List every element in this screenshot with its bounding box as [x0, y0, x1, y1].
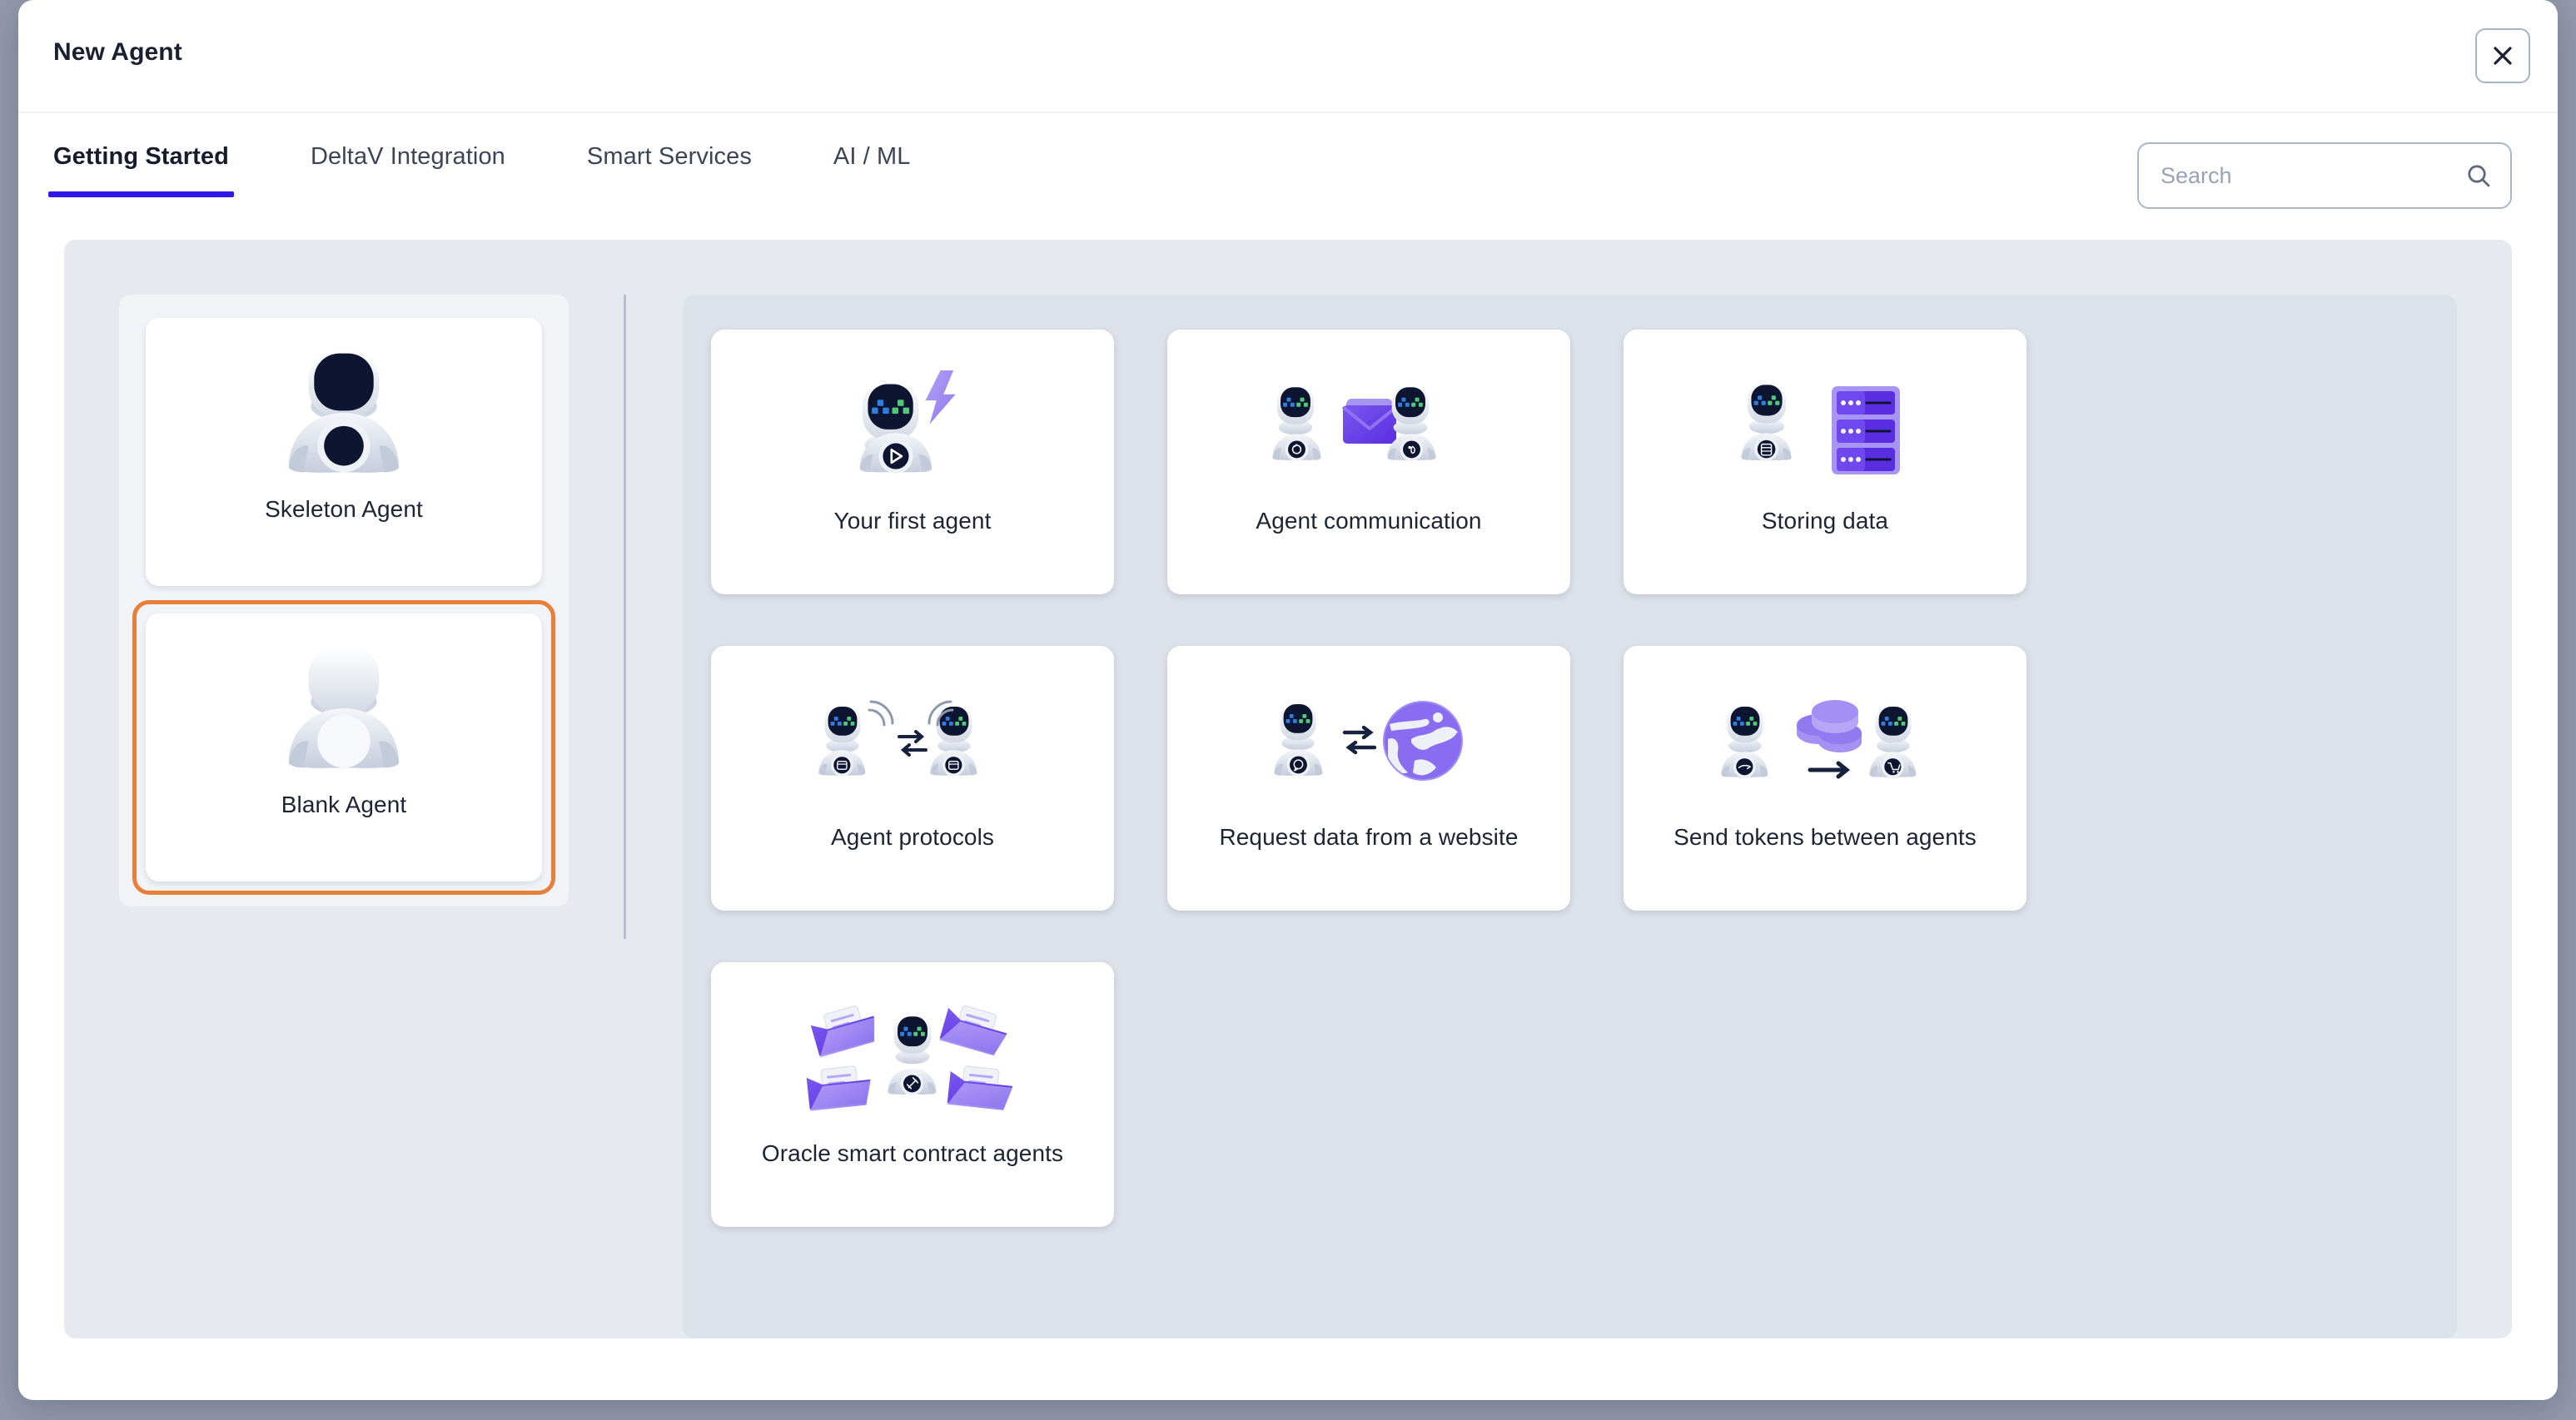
template-card-agent-protocols[interactable]: Agent protocols [711, 646, 1114, 911]
sidebar-item-label: Blank Agent [281, 792, 407, 817]
section-divider [624, 295, 626, 939]
blank-agent-icon [281, 642, 406, 775]
agent-type-sidebar: Skeleton Agent Blank Agent [64, 295, 569, 1338]
template-card-label: Agent communication [1256, 508, 1482, 534]
template-card-storing-data[interactable]: Storing data [1624, 330, 2026, 594]
template-card-oracle-smart-contract-agents[interactable]: Oracle smart contract agents [711, 962, 1114, 1227]
robot-lightning-icon [838, 351, 987, 509]
tab-bar: Getting Started DeltaV Integration Smart… [18, 113, 2558, 240]
sidebar-item-skeleton-agent[interactable]: Skeleton Agent [146, 318, 542, 586]
two-robots-envelope-icon [1265, 351, 1473, 509]
template-card-your-first-agent[interactable]: Your first agent [711, 330, 1114, 594]
search-icon[interactable] [2465, 162, 2492, 189]
tab-ai-ml[interactable]: AI / ML [833, 113, 911, 171]
search-box[interactable] [2137, 142, 2512, 209]
content-panel: Skeleton Agent Blank Agent Your first ag… [64, 240, 2512, 1338]
template-card-send-tokens-between-agents[interactable]: Send tokens between agents [1624, 646, 2026, 911]
robot-server-icon [1733, 351, 1917, 509]
search-input[interactable] [2161, 162, 2457, 189]
sidebar-item-blank-agent[interactable]: Blank Agent [132, 600, 555, 895]
page-title: New Agent [53, 38, 182, 66]
template-grid: Your first agent Agent communication Sto… [711, 330, 2419, 1227]
robot-folders-icon [800, 984, 1025, 1142]
tab-list: Getting Started DeltaV Integration Smart… [48, 113, 992, 240]
tab-smart-services[interactable]: Smart Services [587, 113, 752, 171]
robot-coins-robot-icon [1717, 668, 1933, 826]
template-card-agent-communication[interactable]: Agent communication [1167, 330, 1570, 594]
robot-globe-icon [1265, 668, 1473, 826]
template-grid-panel: Your first agent Agent communication Sto… [683, 295, 2457, 1338]
tab-deltav-integration[interactable]: DeltaV Integration [311, 113, 505, 171]
close-button[interactable] [2475, 28, 2530, 83]
template-card-label: Request data from a website [1219, 824, 1519, 850]
new-agent-modal: New Agent Getting Started DeltaV Integra… [18, 0, 2558, 1400]
modal-header: New Agent [18, 0, 2558, 113]
tab-getting-started[interactable]: Getting Started [48, 113, 234, 197]
template-card-label: Your first agent [833, 508, 992, 534]
template-card-label: Send tokens between agents [1673, 824, 1977, 850]
close-icon [2494, 47, 2512, 65]
sidebar-item-label: Skeleton Agent [265, 496, 423, 522]
two-robots-exchange-icon [813, 668, 1012, 826]
template-card-label: Agent protocols [830, 824, 995, 850]
template-card-label: Storing data [1761, 508, 1889, 534]
template-card-label: Oracle smart contract agents [761, 1140, 1064, 1166]
template-card-request-data-from-a-website[interactable]: Request data from a website [1167, 646, 1570, 911]
skeleton-agent-icon [281, 346, 406, 479]
